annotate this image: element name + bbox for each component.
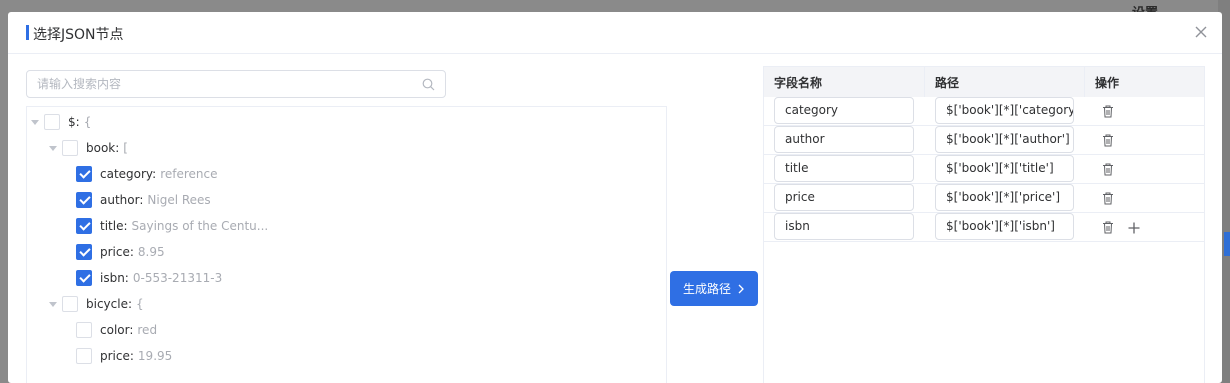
tree-node-color[interactable]: color: red (76, 317, 157, 343)
trash-icon[interactable] (1102, 163, 1114, 176)
node-value: 8.95 (137, 245, 165, 259)
generate-path-label: 生成路径 (682, 282, 731, 296)
field-name-input[interactable]: title (774, 155, 914, 182)
node-key: price: (100, 349, 134, 363)
table-row: price $['book'][*]['price'] (764, 184, 1204, 213)
table-row: title $['book'][*]['title'] (764, 155, 1204, 184)
plus-icon[interactable] (1128, 222, 1140, 234)
isbn-checkbox[interactable] (76, 270, 92, 286)
chevron-right-icon (738, 284, 744, 293)
path-input[interactable]: $['book'][*]['price'] (935, 184, 1074, 211)
header-field-name: 字段名称 (764, 67, 925, 97)
node-key: isbn: (100, 271, 129, 285)
path-input[interactable]: $['book'][*]['isbn'] (935, 213, 1074, 240)
node-value: 0-553-21311-3 (132, 271, 223, 285)
table-row: author $['book'][*]['author'] (764, 126, 1204, 155)
background-accent (1224, 232, 1230, 256)
node-bracket: { (136, 297, 144, 311)
json-node-dialog: 选择JSON节点 $: { book: [ category: (8, 12, 1222, 383)
collapse-caret-icon[interactable] (49, 145, 57, 151)
search-icon[interactable] (422, 78, 435, 91)
path-table: 字段名称 路径 操作 category $['book'][*]['catego… (763, 66, 1205, 383)
node-value: Nigel Rees (147, 193, 211, 207)
trash-icon[interactable] (1102, 221, 1114, 234)
table-row: category $['book'][*]['category'] (764, 97, 1204, 126)
dialog-title: 选择JSON节点 (33, 27, 124, 43)
bicycle-checkbox[interactable] (62, 296, 78, 312)
node-key: title: (100, 219, 128, 233)
path-input[interactable]: $['book'][*]['title'] (935, 155, 1074, 182)
title-accent-bar (26, 25, 29, 40)
node-bracket: { (83, 115, 92, 129)
field-name-input[interactable]: price (774, 184, 914, 211)
price-checkbox[interactable] (76, 244, 92, 260)
json-tree: $: { book: [ category: reference author:… (26, 106, 667, 383)
node-key: color: (100, 323, 134, 337)
trash-icon[interactable] (1102, 105, 1114, 118)
node-key: $: (68, 115, 80, 129)
path-input[interactable]: $['book'][*]['category'] (935, 97, 1074, 124)
header-path: 路径 (925, 67, 1085, 97)
color-checkbox[interactable] (76, 322, 92, 338)
tree-node-book[interactable]: book: [ (49, 135, 128, 161)
tree-node-author[interactable]: author: Nigel Rees (76, 187, 211, 213)
collapse-caret-icon[interactable] (31, 119, 39, 125)
book-checkbox[interactable] (62, 140, 78, 156)
node-value: 19.95 (137, 349, 173, 363)
dialog-header: 选择JSON节点 (8, 12, 1222, 54)
title-checkbox[interactable] (76, 218, 92, 234)
field-name-input[interactable]: author (774, 126, 914, 153)
node-bracket: [ (123, 141, 128, 155)
node-key: price: (100, 245, 134, 259)
path-input[interactable]: $['book'][*]['author'] (935, 126, 1074, 153)
bicycle-price-checkbox[interactable] (76, 348, 92, 364)
author-checkbox[interactable] (76, 192, 92, 208)
close-icon[interactable] (1194, 25, 1208, 39)
root-checkbox[interactable] (44, 114, 60, 130)
node-key: category: (100, 167, 157, 181)
tree-node-category[interactable]: category: reference (76, 161, 218, 187)
trash-icon[interactable] (1102, 134, 1114, 147)
tree-node-bicycle[interactable]: bicycle: { (49, 291, 144, 317)
category-checkbox[interactable] (76, 166, 92, 182)
tree-node-root[interactable]: $: { (31, 109, 91, 135)
tree-node-title[interactable]: title: Sayings of the Centu... (76, 213, 268, 239)
search-box (26, 70, 446, 98)
tree-node-isbn[interactable]: isbn: 0-553-21311-3 (76, 265, 222, 291)
node-value: Sayings of the Centu... (131, 219, 269, 233)
generate-path-button[interactable]: 生成路径 (670, 271, 758, 306)
tree-node-bicycle-price[interactable]: price: 19.95 (76, 343, 172, 369)
search-input[interactable] (27, 71, 397, 97)
header-actions: 操作 (1085, 67, 1204, 97)
tree-node-price[interactable]: price: 8.95 (76, 239, 165, 265)
field-name-input[interactable]: isbn (774, 213, 914, 240)
field-name-input[interactable]: category (774, 97, 914, 124)
node-value: red (137, 323, 158, 337)
node-key: author: (100, 193, 144, 207)
node-value: reference (160, 167, 218, 181)
table-row: isbn $['book'][*]['isbn'] (764, 213, 1204, 242)
collapse-caret-icon[interactable] (49, 301, 57, 307)
node-key: bicycle: (86, 297, 133, 311)
node-key: book: (86, 141, 120, 155)
trash-icon[interactable] (1102, 192, 1114, 205)
